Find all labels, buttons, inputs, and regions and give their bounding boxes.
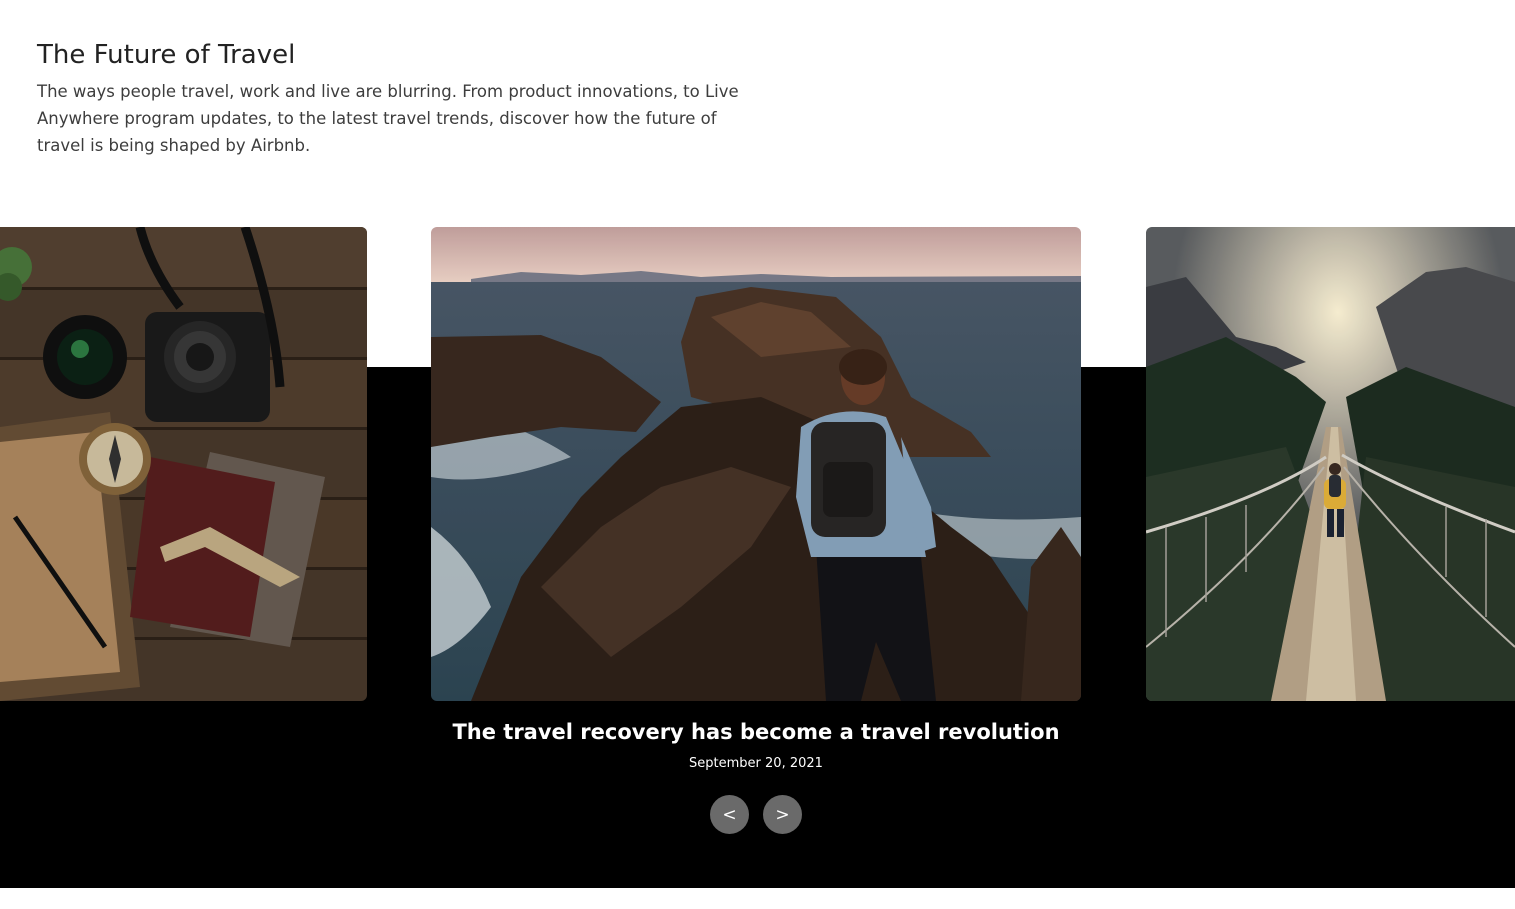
- chevron-right-icon: >: [775, 804, 790, 825]
- section-title: The Future of Travel: [37, 40, 296, 70]
- chevron-left-icon: <: [722, 804, 737, 825]
- travel-flatlay-image: [0, 227, 367, 701]
- article-title[interactable]: The travel recovery has become a travel …: [431, 717, 1081, 747]
- next-button[interactable]: >: [763, 795, 802, 834]
- carousel-card-next[interactable]: [1146, 227, 1515, 701]
- suspension-bridge-image: [1146, 227, 1515, 701]
- intro-section: The Future of Travel The ways people tra…: [37, 40, 742, 159]
- section-description: The ways people travel, work and live ar…: [37, 82, 739, 155]
- carousel-card-previous[interactable]: [0, 227, 367, 701]
- active-article-caption: The travel recovery has become a travel …: [431, 717, 1081, 772]
- hiker-sea-cliffs-image: [431, 227, 1081, 701]
- article-date: September 20, 2021: [689, 756, 823, 771]
- carousel-navigation: < >: [710, 795, 802, 834]
- carousel-card-active[interactable]: [431, 227, 1081, 701]
- previous-button[interactable]: <: [710, 795, 749, 834]
